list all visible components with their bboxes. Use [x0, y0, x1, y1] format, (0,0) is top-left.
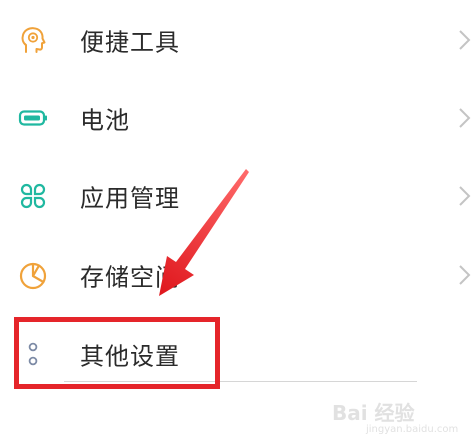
annotation-highlight-box	[14, 317, 220, 389]
gesture-head-icon	[18, 25, 48, 55]
watermark-brand: Bai 经验	[332, 401, 415, 425]
chevron-right-icon	[456, 182, 473, 210]
chevron-right-icon	[456, 261, 473, 289]
chevron-right-icon	[456, 104, 473, 132]
settings-item-label: 电池	[80, 106, 130, 135]
baidu-watermark: Bai 经验 jingyan.baidu.com	[328, 397, 468, 441]
settings-item-battery[interactable]: 电池	[0, 88, 473, 148]
chevron-right-icon	[456, 26, 473, 54]
settings-item-convenience-tools[interactable]: 便捷工具	[0, 10, 473, 70]
settings-item-storage[interactable]: 存储空间	[0, 245, 473, 305]
app-grid-icon	[18, 181, 48, 211]
storage-pie-icon	[18, 260, 48, 290]
watermark-url: jingyan.baidu.com	[366, 424, 459, 435]
settings-item-app-management[interactable]: 应用管理	[0, 166, 473, 226]
settings-item-label: 存储空间	[80, 263, 180, 292]
settings-item-label: 便捷工具	[80, 28, 180, 57]
settings-item-label: 应用管理	[80, 184, 180, 213]
battery-icon	[18, 103, 48, 133]
